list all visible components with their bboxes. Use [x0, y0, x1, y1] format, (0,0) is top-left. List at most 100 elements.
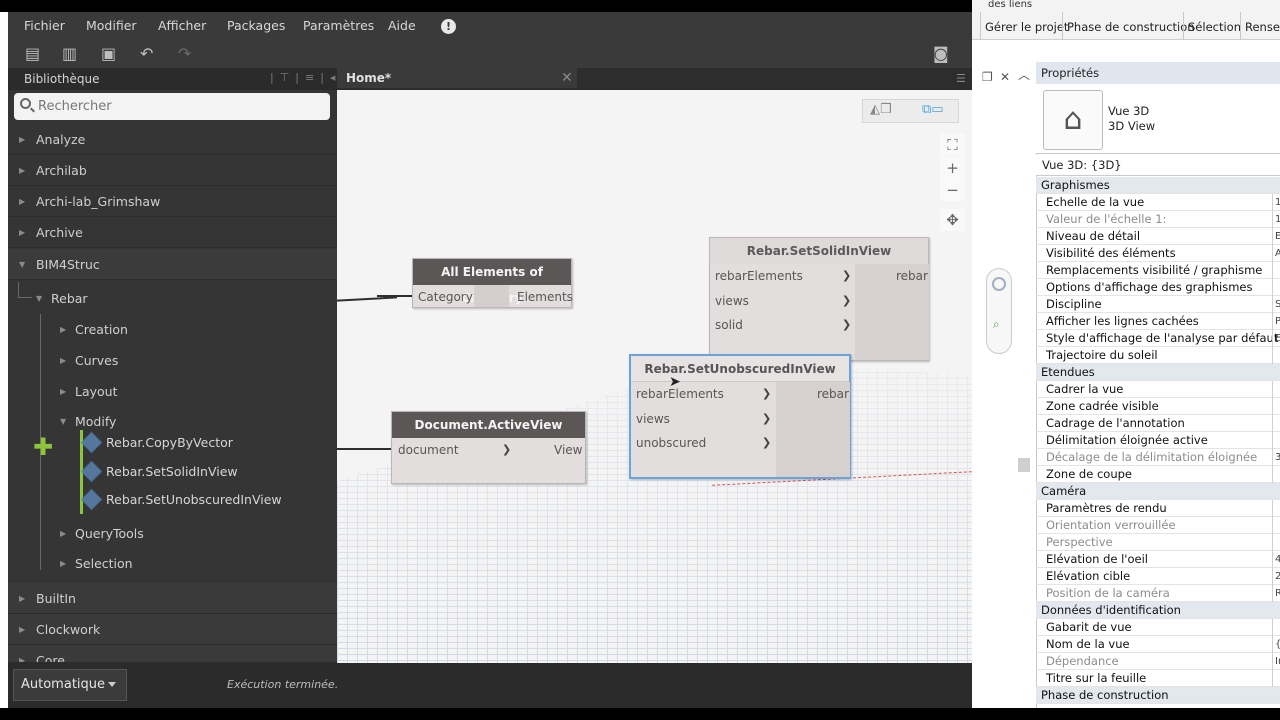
node-item-setunobscuredinview[interactable]: Rebar.SetUnobscuredInView [80, 486, 282, 514]
library-item-creation[interactable]: ▶ Creation [60, 315, 128, 345]
output-port-view[interactable]: View [554, 438, 582, 462]
property-row[interactable]: Orientation verrouillée [1036, 517, 1280, 534]
tab-menu-icon[interactable]: ☰ [956, 72, 966, 85]
ribbon-tab-selection[interactable]: Sélection [1183, 12, 1245, 40]
property-row[interactable]: Position de la caméra R [1036, 585, 1280, 602]
input-port-views[interactable]: views [636, 407, 670, 431]
notification-icon[interactable]: ! [441, 19, 456, 34]
node-rebar-setunobscuredinview[interactable]: Rebar.SetUnobscuredInView rebarElements … [629, 354, 851, 479]
property-group[interactable]: Phase de construction [1036, 687, 1280, 704]
output-port-rebar[interactable]: rebar [896, 264, 928, 288]
wire[interactable] [337, 448, 392, 450]
graph-view-icon[interactable]: ⧉▭ [922, 102, 944, 117]
property-value[interactable] [1272, 517, 1280, 534]
property-value[interactable] [1272, 670, 1280, 687]
ribbon-tab-gerer-projet[interactable]: Gérer le projet [980, 12, 1072, 40]
menu-packages[interactable]: Packages [227, 12, 285, 40]
property-group[interactable]: Graphismes [1036, 177, 1280, 194]
property-row[interactable]: Cadrer la vue [1036, 381, 1280, 398]
property-row[interactable]: Paramètres de rendu [1036, 500, 1280, 517]
property-row[interactable]: Niveau de détail E [1036, 228, 1280, 245]
property-value[interactable]: 1 [1272, 211, 1280, 228]
library-item-rebar[interactable]: ▼ Rebar [36, 284, 88, 314]
property-value[interactable]: 2 [1272, 568, 1280, 585]
input-port-category[interactable]: Category [418, 285, 473, 309]
property-value[interactable]: {3 [1272, 636, 1280, 653]
undo-icon[interactable]: ↶ [140, 44, 153, 64]
property-row[interactable]: Echelle de la vue 1 [1036, 194, 1280, 211]
node-all-elements-of-category[interactable]: All Elements of Category Category Elemen… [412, 258, 573, 309]
property-value[interactable] [1272, 534, 1280, 551]
open-file-icon[interactable]: ▥ [62, 44, 77, 64]
input-port-unobscured[interactable]: unobscured [636, 431, 706, 455]
zoom-fit-icon[interactable]: ⛶ [940, 134, 965, 156]
menu-parametres[interactable]: Paramètres [303, 12, 374, 40]
library-item-clockwork[interactable]: ▶ Clockwork [8, 614, 337, 645]
property-row[interactable]: Dépendance In [1036, 653, 1280, 670]
property-value[interactable]: R [1272, 585, 1280, 602]
property-row[interactable]: Délimitation éloignée active [1036, 432, 1280, 449]
library-item-builtin[interactable]: ▶ BuiltIn [8, 583, 337, 614]
ribbon-tab-phase-construction[interactable]: Phase de construction [1062, 12, 1199, 40]
library-item-core[interactable]: ▶ Core [8, 645, 337, 663]
library-item-archive[interactable]: ▶ Archive [8, 217, 337, 248]
node-document-activeview[interactable]: Document.ActiveView document ❯ View [391, 411, 586, 484]
property-row[interactable]: Style d'affichage de l'analyse par défau… [1036, 330, 1280, 347]
property-row[interactable]: Options d'affichage des graphismes [1036, 279, 1280, 296]
camera-icon[interactable]: ◙ [933, 44, 949, 64]
property-value[interactable] [1272, 347, 1280, 364]
scroll-thumb[interactable] [1018, 458, 1030, 472]
node-rebar-setsolidinview[interactable]: Rebar.SetSolidInView rebarElements ❯ vie… [709, 237, 929, 361]
input-port-rebarelements[interactable]: rebarElements [715, 264, 803, 288]
property-value[interactable]: In [1272, 653, 1280, 670]
zoom-out-icon[interactable]: − [940, 179, 965, 201]
input-port-document[interactable]: document [398, 438, 459, 462]
property-value[interactable]: E [1272, 228, 1280, 245]
revit-view-area[interactable] [972, 62, 1036, 708]
property-group[interactable]: Caméra [1036, 483, 1280, 500]
chevron-up-icon[interactable]: ︿ [1018, 66, 1030, 83]
ribbon-tab-renseig[interactable]: Renseig [1240, 12, 1280, 40]
menu-modifier[interactable]: Modifier [86, 12, 137, 40]
property-row[interactable]: Titre sur la feuille [1036, 670, 1280, 687]
property-value[interactable] [1272, 262, 1280, 279]
search-input[interactable]: Rechercher [14, 93, 330, 120]
node-item-copybyvector[interactable]: Rebar.CopyByVector [80, 429, 233, 457]
library-item-layout[interactable]: ▶ Layout [60, 377, 118, 407]
output-port-rebar[interactable]: rebar [817, 382, 849, 406]
property-row[interactable]: Trajectoire du soleil [1036, 347, 1280, 364]
property-row[interactable]: Elévation cible 2 [1036, 568, 1280, 585]
zoom-in-icon[interactable]: + [940, 157, 965, 179]
property-value[interactable] [1272, 466, 1280, 483]
geometry-view-icon[interactable]: ◭❒ [870, 102, 892, 117]
property-value[interactable] [1272, 500, 1280, 517]
library-header-icons[interactable]: |⊤|≡|◂ [270, 71, 341, 84]
input-port-solid[interactable]: solid [715, 313, 743, 337]
library-item-querytools[interactable]: ▶ QueryTools [60, 519, 144, 549]
instance-filter[interactable]: Vue 3D: {3D} [1036, 155, 1280, 176]
property-value[interactable]: 4 [1272, 551, 1280, 568]
save-icon[interactable]: ▣ [101, 44, 116, 64]
menu-aide[interactable]: Aide [388, 12, 416, 40]
property-row[interactable]: Décalage de la délimitation éloignée 3 [1036, 449, 1280, 466]
close-icon[interactable]: ✕ [561, 70, 573, 86]
library-item-curves[interactable]: ▶ Curves [60, 346, 118, 376]
property-value[interactable]: E [1272, 330, 1280, 347]
property-row[interactable]: Remplacements visibilité / graphisme [1036, 262, 1280, 279]
type-name[interactable]: Vue 3D 3D View [1108, 104, 1155, 134]
property-value[interactable] [1272, 381, 1280, 398]
library-item-analyze[interactable]: ▶ Analyze [8, 124, 337, 155]
property-row[interactable]: Nom de la vue {3 [1036, 636, 1280, 653]
library-item-selection[interactable]: ▶ Selection [60, 549, 133, 579]
property-value[interactable]: P [1272, 313, 1280, 330]
property-value[interactable] [1272, 619, 1280, 636]
property-row[interactable]: Zone de coupe [1036, 466, 1280, 483]
menu-fichier[interactable]: Fichier [24, 12, 65, 40]
property-value[interactable]: 3 [1272, 449, 1280, 466]
tab-home[interactable]: Home* [337, 68, 577, 88]
zoom-region-icon[interactable]: ⌕ [993, 317, 1000, 332]
property-row[interactable]: Elévation de l'oeil 4 [1036, 551, 1280, 568]
property-group[interactable]: Etendues [1036, 364, 1280, 381]
property-value[interactable] [1272, 279, 1280, 296]
pan-icon[interactable]: ✥ [940, 209, 965, 231]
